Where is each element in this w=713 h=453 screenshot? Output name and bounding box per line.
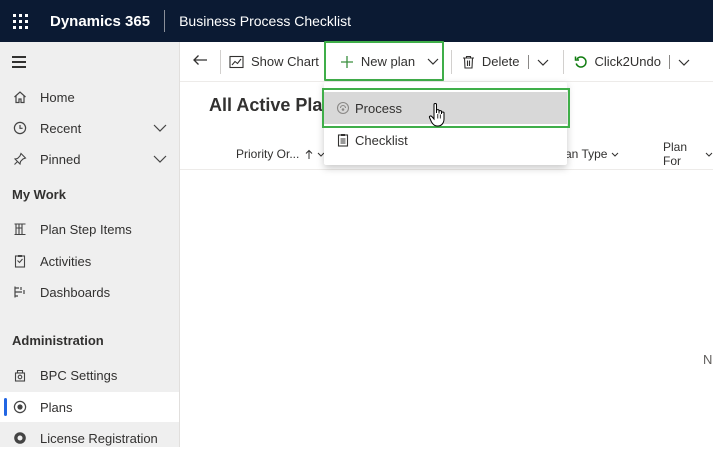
sidebar-item-label: Plans: [40, 399, 73, 415]
chevron-down-icon: [611, 152, 619, 157]
sidebar-item-label: Plan Step Items: [40, 221, 132, 237]
sidebar: Home Recent Pinned My Work Plan Step Ite…: [0, 42, 180, 447]
selection-indicator: [4, 398, 7, 416]
clipboard-icon: [12, 253, 28, 269]
settings-icon: [12, 367, 28, 383]
plus-icon: [340, 55, 354, 69]
sidebar-item-dashboards[interactable]: Dashboards: [0, 277, 179, 307]
chevron-down-icon[interactable]: [153, 121, 167, 135]
steps-icon: [12, 221, 28, 237]
back-button[interactable]: [180, 42, 220, 82]
chart-icon: [229, 55, 244, 69]
brand-title[interactable]: Dynamics 365: [50, 13, 150, 30]
click2undo-label: Click2Undo: [594, 54, 661, 69]
click2undo-button[interactable]: Click2Undo: [564, 42, 669, 82]
chevron-down-icon: [678, 54, 690, 69]
top-bar: Dynamics 365 Business Process Checklist: [0, 0, 713, 42]
sidebar-item-label: License Registration: [40, 430, 158, 446]
pin-icon: [12, 151, 28, 167]
sidebar-item-bpc-settings[interactable]: BPC Settings: [0, 360, 179, 390]
app-name[interactable]: Business Process Checklist: [179, 13, 351, 29]
sidebar-item-license-registration[interactable]: License Registration: [0, 423, 179, 453]
checklist-icon: [336, 133, 350, 147]
hand-cursor-icon: [428, 103, 445, 127]
menu-item-checklist[interactable]: Checklist: [324, 124, 567, 156]
dashboard-icon: [12, 284, 28, 300]
new-plan-button[interactable]: New plan: [329, 42, 449, 82]
sidebar-item-activities[interactable]: Activities: [0, 246, 179, 276]
sidebar-item-plan-step-items[interactable]: Plan Step Items: [0, 214, 179, 244]
section-my-work: My Work: [12, 187, 66, 202]
column-priority-order[interactable]: Priority Or...: [236, 138, 325, 170]
show-chart-button[interactable]: Show Chart: [221, 42, 329, 82]
menu-item-label: Checklist: [355, 132, 408, 148]
sidebar-item-label: Home: [40, 89, 75, 105]
chevron-down-icon[interactable]: [427, 58, 439, 65]
empty-state-text: N: [703, 352, 713, 367]
sidebar-item-home[interactable]: Home: [0, 82, 179, 112]
column-plan-for[interactable]: Plan For: [663, 138, 713, 170]
clock-icon: [12, 120, 28, 136]
trash-icon: [462, 55, 475, 69]
sidebar-item-recent[interactable]: Recent: [0, 113, 179, 143]
column-label: an Type: [565, 147, 608, 161]
show-chart-label: Show Chart: [251, 54, 319, 69]
app-launcher-icon[interactable]: [0, 0, 40, 42]
page-title: All Active Plar: [209, 95, 330, 115]
column-label: Priority Or...: [236, 147, 300, 161]
chevron-down-icon[interactable]: [153, 152, 167, 166]
arrow-left-icon: [192, 53, 208, 71]
section-administration: Administration: [12, 333, 104, 348]
menu-item-label: Process: [355, 100, 402, 116]
plans-icon: [12, 399, 28, 415]
sidebar-item-plans[interactable]: Plans: [0, 392, 179, 422]
delete-label: Delete: [481, 54, 520, 69]
chevron-down-icon: [705, 152, 713, 157]
sidebar-item-label: Recent: [40, 120, 82, 136]
undo-icon: [574, 55, 588, 69]
home-icon: [12, 89, 28, 105]
new-plan-label: New plan: [360, 54, 416, 69]
topbar-divider: [164, 10, 166, 32]
process-icon: [336, 101, 350, 115]
sidebar-item-label: Activities: [40, 253, 92, 269]
license-icon: [12, 430, 28, 446]
sidebar-item-pinned[interactable]: Pinned: [0, 144, 179, 174]
column-label: Plan For: [663, 140, 688, 168]
sidebar-item-label: Dashboards: [40, 284, 111, 300]
sidebar-item-label: Pinned: [40, 151, 81, 167]
chevron-down-icon: [537, 54, 549, 69]
hamburger-menu-icon[interactable]: [12, 56, 26, 71]
click2undo-more-button[interactable]: [670, 42, 698, 82]
sidebar-item-label: BPC Settings: [40, 367, 118, 383]
sort-ascending-icon: [305, 149, 313, 160]
column-plan-type[interactable]: an Type: [565, 138, 619, 170]
delete-more-button[interactable]: [529, 42, 563, 82]
command-bar: Show Chart New plan Delete Click2Undo: [180, 42, 713, 82]
delete-button[interactable]: Delete: [452, 42, 528, 82]
